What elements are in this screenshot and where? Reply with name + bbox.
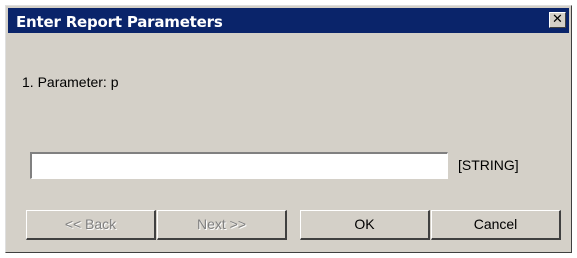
parameter-value-input[interactable] (30, 152, 448, 179)
close-button[interactable]: ✕ (549, 12, 566, 28)
ok-button[interactable]: OK (300, 210, 430, 240)
back-button[interactable]: << Back (26, 210, 156, 240)
next-button[interactable]: Next >> (157, 210, 287, 240)
cancel-button[interactable]: Cancel (431, 210, 561, 240)
report-parameters-dialog: Enter Report Parameters ✕ 1. Parameter: … (5, 5, 572, 253)
dialog-title: Enter Report Parameters (16, 13, 223, 31)
close-icon: ✕ (552, 12, 563, 27)
parameter-type-label: [STRING] (458, 157, 519, 173)
title-bar[interactable]: Enter Report Parameters ✕ (8, 8, 569, 33)
parameter-label: 1. Parameter: p (22, 74, 119, 90)
